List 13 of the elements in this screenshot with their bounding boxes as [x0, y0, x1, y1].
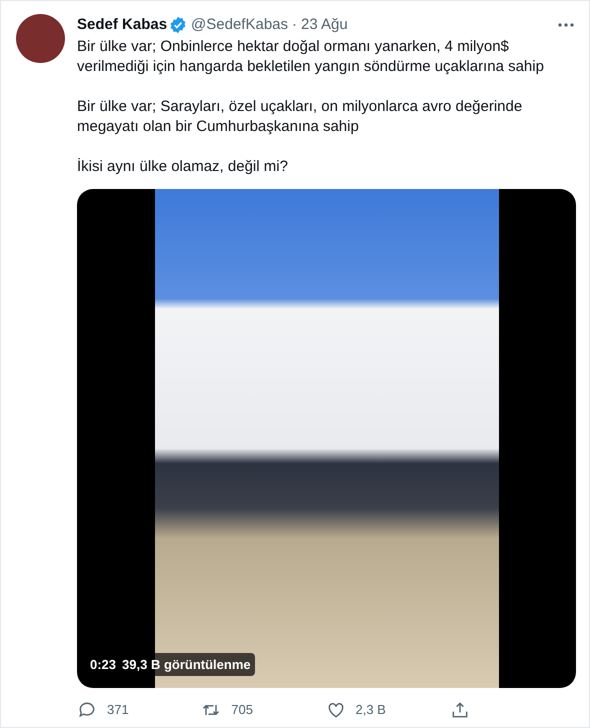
view-count: 39,3 B görüntülenme	[122, 656, 251, 674]
tweet-paragraph: Bir ülke var; Sarayları, özel uçakları, on milyonlarca avro değerinde megayatı olan bir Cumhurbaşkanına sahip	[77, 97, 524, 137]
tweet-paragraph: İkisi aynı ülke olamaz, değil mi?	[77, 157, 289, 177]
reply-count: 371	[107, 701, 129, 720]
author-name[interactable]: Sedef Kabas	[77, 14, 168, 36]
video-duration: 0:23	[90, 656, 116, 674]
retweet-count: 705	[231, 701, 253, 720]
author-handle[interactable]: @SedefKabas	[191, 14, 288, 36]
separator: ·	[292, 14, 298, 35]
like-count: 2,3 B	[356, 701, 386, 720]
tweet-paragraph: Bir ülke var; Onbinlerce hektar doğal ormanı yanarken, 4 milyon$ verilmediği için hangarda bekletilen yangın söndürme uçaklarına sahip	[77, 37, 545, 77]
video-player[interactable]: 0:23 39,3 B görüntülenme	[77, 189, 576, 688]
tweet-date[interactable]: 23 Ağu	[301, 14, 348, 36]
